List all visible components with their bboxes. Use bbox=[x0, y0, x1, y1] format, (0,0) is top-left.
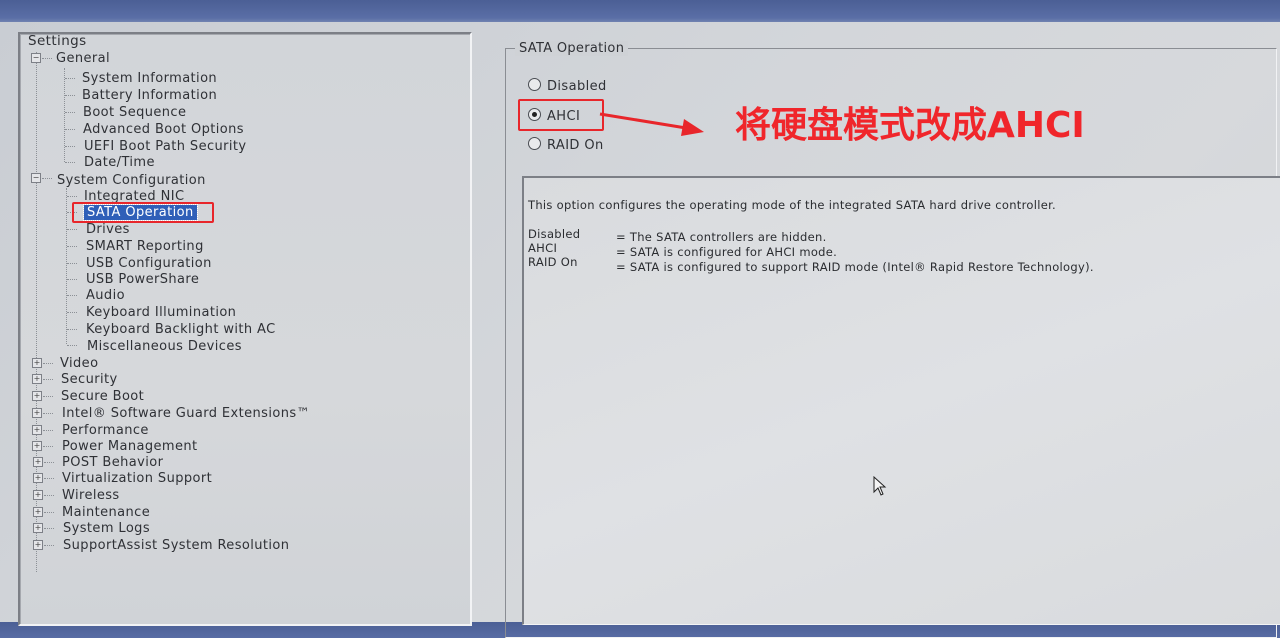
tree-connector bbox=[65, 162, 75, 163]
tree-item-virtualization-support[interactable]: Virtualization Support bbox=[62, 471, 212, 486]
help-intro: This option configures the operating mod… bbox=[528, 198, 1057, 212]
plus-icon[interactable]: + bbox=[33, 473, 43, 483]
tree-item-boot-sequence[interactable]: Boot Sequence bbox=[83, 105, 186, 120]
tree-connector bbox=[44, 545, 54, 546]
annotation-text: 将硬盘模式改成AHCI bbox=[735, 105, 1085, 146]
tree-item-drives[interactable]: Drives bbox=[86, 222, 130, 237]
plus-icon[interactable]: + bbox=[33, 457, 43, 467]
tree-item-secure-boot[interactable]: Secure Boot bbox=[61, 389, 144, 404]
radio-label: Disabled bbox=[547, 79, 607, 94]
tree-connector bbox=[44, 478, 54, 479]
tree-item-smart-reporting[interactable]: SMART Reporting bbox=[86, 239, 204, 254]
red-highlight-box bbox=[518, 99, 604, 131]
tree-connector bbox=[67, 279, 77, 280]
tree-connector bbox=[67, 196, 77, 197]
tree-connector bbox=[65, 78, 75, 79]
group-title: SATA Operation bbox=[515, 41, 629, 56]
radio-option-disabled[interactable]: Disabled bbox=[528, 78, 607, 94]
tree-connector bbox=[42, 58, 52, 59]
tree-connector bbox=[43, 379, 53, 380]
tree-connector bbox=[44, 512, 54, 513]
tree-connector bbox=[67, 345, 77, 346]
help-desc: = The SATA controllers are hidden. bbox=[616, 230, 827, 244]
help-term: AHCI bbox=[528, 241, 558, 255]
bios-screen: Settings − General System Information Ba… bbox=[0, 22, 1280, 638]
tree-connector bbox=[43, 363, 53, 364]
tree-item-usb-powershare[interactable]: USB PowerShare bbox=[86, 272, 199, 287]
tree-item-usb-configuration[interactable]: USB Configuration bbox=[86, 256, 212, 271]
radio-label: RAID On bbox=[547, 138, 604, 153]
radio-button-icon[interactable] bbox=[528, 78, 541, 91]
tree-connector bbox=[67, 246, 77, 247]
tree-item-system-information[interactable]: System Information bbox=[82, 71, 217, 86]
tree-connector bbox=[67, 295, 77, 296]
tree-connector bbox=[65, 146, 75, 147]
tree-item-post-behavior[interactable]: POST Behavior bbox=[62, 455, 163, 470]
red-highlight-box bbox=[72, 202, 214, 223]
plus-icon[interactable]: + bbox=[32, 391, 42, 401]
plus-icon[interactable]: + bbox=[33, 523, 43, 533]
radio-button-icon[interactable] bbox=[528, 137, 541, 150]
tree-connector bbox=[43, 413, 53, 414]
plus-icon[interactable]: + bbox=[33, 490, 43, 500]
help-term: RAID On bbox=[528, 255, 578, 269]
tree-item-video[interactable]: Video bbox=[60, 356, 98, 371]
tree-item-miscellaneous-devices[interactable]: Miscellaneous Devices bbox=[87, 339, 242, 354]
mouse-pointer-icon bbox=[873, 476, 887, 496]
tree-item-date-time[interactable]: Date/Time bbox=[84, 155, 155, 170]
tree-item-intel-sgx[interactable]: Intel® Software Guard Extensions™ bbox=[62, 406, 310, 421]
minus-icon[interactable]: − bbox=[31, 53, 41, 63]
tree-connector bbox=[43, 446, 53, 447]
tree-item-power-management[interactable]: Power Management bbox=[62, 439, 197, 454]
help-desc: = SATA is configured for AHCI mode. bbox=[616, 245, 838, 259]
plus-icon[interactable]: + bbox=[33, 540, 43, 550]
tree-connector bbox=[43, 430, 53, 431]
tree-connector bbox=[65, 129, 75, 130]
radio-option-raid-on[interactable]: RAID On bbox=[528, 137, 604, 153]
tree-connector bbox=[67, 312, 77, 313]
plus-icon[interactable]: + bbox=[33, 507, 43, 517]
tree-connector bbox=[65, 112, 75, 113]
tree-connector bbox=[42, 178, 52, 179]
tree-item-general[interactable]: General bbox=[56, 51, 110, 66]
help-desc: = SATA is configured to support RAID mod… bbox=[616, 260, 1094, 274]
tree-item-security[interactable]: Security bbox=[61, 372, 118, 387]
plus-icon[interactable]: + bbox=[32, 425, 42, 435]
tree-item-system-logs[interactable]: System Logs bbox=[63, 521, 150, 536]
tree-item-keyboard-backlight-with-ac[interactable]: Keyboard Backlight with AC bbox=[86, 322, 276, 337]
tree-connector bbox=[67, 329, 77, 330]
tree-connector bbox=[44, 528, 54, 529]
tree-item-audio[interactable]: Audio bbox=[86, 288, 125, 303]
tree-connector bbox=[43, 396, 53, 397]
tree-connector bbox=[65, 95, 75, 96]
minus-icon[interactable]: − bbox=[31, 173, 41, 183]
plus-icon[interactable]: + bbox=[32, 441, 42, 451]
plus-icon[interactable]: + bbox=[32, 374, 42, 384]
tree-item-maintenance[interactable]: Maintenance bbox=[62, 505, 150, 520]
tree-item-performance[interactable]: Performance bbox=[62, 423, 149, 438]
tree-item-keyboard-illumination[interactable]: Keyboard Illumination bbox=[86, 305, 236, 320]
tree-item-supportassist-system-resolution[interactable]: SupportAssist System Resolution bbox=[63, 538, 289, 553]
help-term: Disabled bbox=[528, 227, 581, 241]
tree-item-wireless[interactable]: Wireless bbox=[62, 488, 120, 503]
tree-item-system-configuration[interactable]: System Configuration bbox=[57, 173, 206, 188]
tree-connector bbox=[67, 263, 77, 264]
tree-item-uefi-boot-path-security[interactable]: UEFI Boot Path Security bbox=[84, 139, 247, 154]
tree-guide-line bbox=[64, 68, 65, 162]
plus-icon[interactable]: + bbox=[32, 408, 42, 418]
tree-item-battery-information[interactable]: Battery Information bbox=[82, 88, 217, 103]
red-arrow-icon bbox=[599, 112, 704, 136]
tree-connector bbox=[44, 495, 54, 496]
tree-root-settings[interactable]: Settings bbox=[28, 33, 87, 49]
tree-item-advanced-boot-options[interactable]: Advanced Boot Options bbox=[83, 122, 244, 137]
tree-connector bbox=[67, 229, 77, 230]
tree-connector bbox=[44, 462, 54, 463]
plus-icon[interactable]: + bbox=[32, 358, 42, 368]
